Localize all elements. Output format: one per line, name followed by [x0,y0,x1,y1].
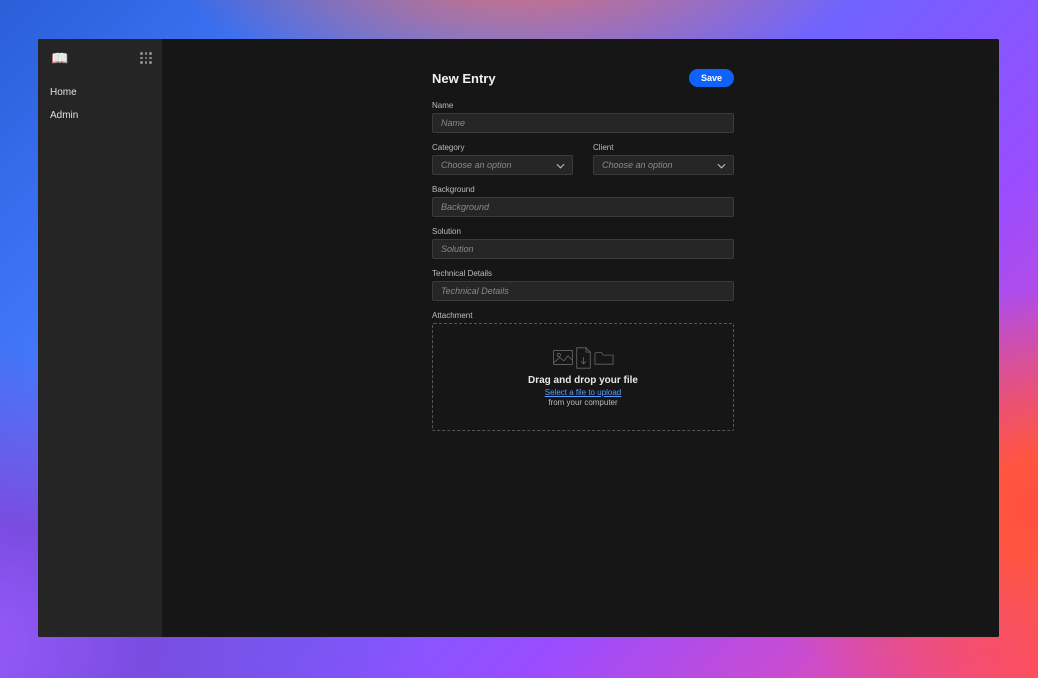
field-solution: Solution [432,227,734,259]
page-title: New Entry [432,71,496,86]
sidebar-header: 📖 [38,39,162,77]
book-icon: 📖 [51,51,68,65]
dropzone-main-text: Drag and drop your file [528,375,638,386]
file-dropzone[interactable]: Drag and drop your file Select a file to… [432,323,734,431]
solution-label: Solution [432,227,734,236]
sidebar-nav: Home Admin [38,77,162,127]
client-select[interactable]: Choose an option [593,155,734,175]
app-logo[interactable]: 📖 [50,50,70,66]
field-technical-details: Technical Details [432,269,734,301]
background-label: Background [432,185,734,194]
app-window: 📖 Home Admin New Entry Save Name [38,39,999,637]
category-select[interactable]: Choose an option [432,155,573,175]
attachment-label: Attachment [432,311,734,320]
field-category: Category Choose an option [432,143,573,175]
solution-input[interactable] [432,239,734,259]
sidebar-item-admin[interactable]: Admin [38,104,162,127]
category-label: Category [432,143,573,152]
field-client: Client Choose an option [593,143,734,175]
folder-icon [594,351,614,365]
file-icon [575,347,592,369]
sidebar-item-home[interactable]: Home [38,81,162,104]
field-name: Name [432,101,734,133]
technical-details-input[interactable] [432,281,734,301]
background-input[interactable] [432,197,734,217]
form-header: New Entry Save [432,69,734,87]
name-label: Name [432,101,734,110]
dropzone-sub-text: from your computer [548,398,617,407]
row-category-client: Category Choose an option Client [432,143,734,175]
field-background: Background [432,185,734,217]
dropzone-select-link[interactable]: Select a file to upload [545,388,622,397]
image-icon [553,350,573,365]
apps-grid-icon[interactable] [140,52,152,64]
field-attachment: Attachment Drag and drop your file Selec… [432,311,734,431]
technical-details-label: Technical Details [432,269,734,278]
name-input[interactable] [432,113,734,133]
main-content: New Entry Save Name Category Choose an o… [162,39,999,637]
dropzone-icons [553,347,614,365]
save-button[interactable]: Save [689,69,734,87]
sidebar: 📖 Home Admin [38,39,162,637]
entry-form: New Entry Save Name Category Choose an o… [432,69,734,431]
client-label: Client [593,143,734,152]
